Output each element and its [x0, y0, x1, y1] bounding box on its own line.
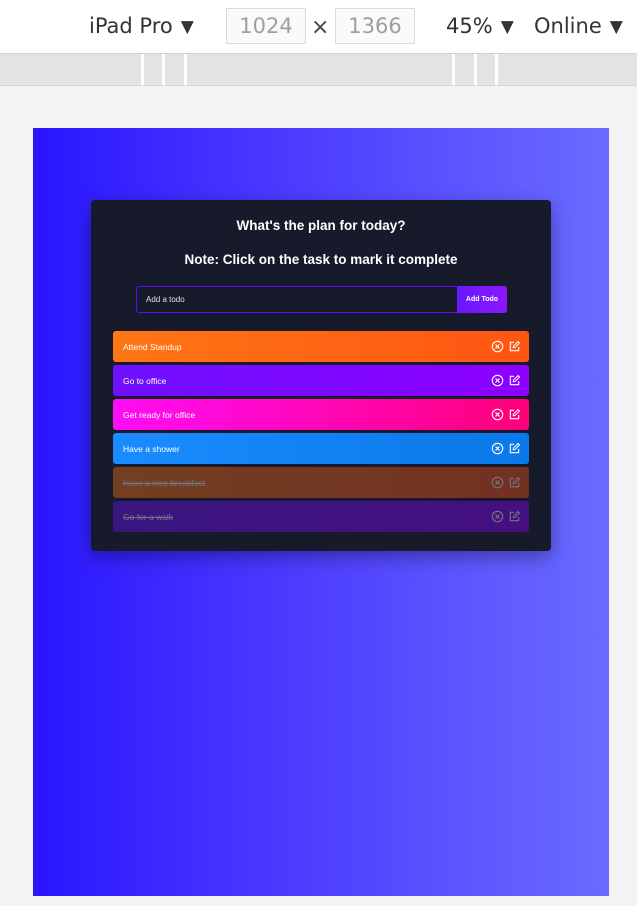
add-todo-button[interactable]: Add Todo [457, 286, 507, 313]
device-select[interactable]: iPad Pro ▼ [89, 14, 194, 38]
ruler-divider [162, 54, 165, 85]
network-value: Online [534, 14, 602, 38]
todo-item-actions [491, 374, 521, 388]
close-circle-icon[interactable] [491, 476, 504, 489]
edit-icon[interactable] [508, 510, 521, 523]
todo-item-text[interactable]: Attend Standup [113, 342, 529, 352]
todo-item-text[interactable]: Have a nice breakfast [113, 478, 529, 488]
devtools-device-toolbar: iPad Pro ▼ 1024 × 1366 45% ▼ Online ▼ [0, 0, 637, 54]
todo-item-actions [491, 476, 521, 490]
edit-icon[interactable] [508, 340, 521, 353]
todo-item[interactable]: Have a shower [113, 433, 529, 464]
zoom-value: 45% [446, 14, 493, 38]
todo-item[interactable]: Go for a walk [113, 501, 529, 532]
device-name: iPad Pro [89, 14, 173, 38]
chevron-down-icon: ▼ [180, 17, 194, 37]
todo-item-text[interactable]: Go to office [113, 376, 529, 386]
device-viewport: What's the plan for today? Note: Click o… [33, 128, 609, 896]
todo-item-text[interactable]: Have a shower [113, 444, 529, 454]
todo-form: Add Todo [136, 286, 507, 313]
ruler-divider [452, 54, 455, 85]
todo-input[interactable] [136, 286, 457, 313]
close-circle-icon[interactable] [491, 374, 504, 387]
todo-app: What's the plan for today? Note: Click o… [91, 200, 551, 551]
dimension-separator: × [311, 15, 330, 40]
todo-item-actions [491, 340, 521, 354]
close-circle-icon[interactable] [491, 340, 504, 353]
todo-item-actions [491, 408, 521, 422]
todo-item[interactable]: Go to office [113, 365, 529, 396]
todo-item[interactable]: Get ready for office [113, 399, 529, 430]
edit-icon[interactable] [508, 408, 521, 421]
page-note: Note: Click on the task to mark it compl… [184, 252, 458, 267]
todo-item[interactable]: Attend Standup [113, 331, 529, 362]
edit-icon[interactable] [508, 374, 521, 387]
zoom-select[interactable]: 45% ▼ [446, 14, 514, 38]
todo-item-actions [491, 442, 521, 456]
todo-item-text[interactable]: Get ready for office [113, 410, 529, 420]
close-circle-icon[interactable] [491, 510, 504, 523]
ruler-divider [474, 54, 477, 85]
ruler-divider [495, 54, 498, 85]
todo-item-text[interactable]: Go for a walk [113, 512, 529, 522]
todo-item[interactable]: Have a nice breakfast [113, 467, 529, 498]
todo-item-actions [491, 510, 521, 524]
page-title: What's the plan for today? [236, 218, 406, 233]
todo-list: Attend Standup Go to office Get ready for … [113, 331, 529, 535]
edit-icon[interactable] [508, 476, 521, 489]
media-query-ruler[interactable] [0, 54, 637, 86]
width-field[interactable]: 1024 [226, 8, 306, 44]
ruler-divider [184, 54, 187, 85]
close-circle-icon[interactable] [491, 442, 504, 455]
edit-icon[interactable] [508, 442, 521, 455]
height-field[interactable]: 1366 [335, 8, 415, 44]
network-throttle-select[interactable]: Online ▼ [534, 14, 623, 38]
chevron-down-icon: ▼ [500, 17, 514, 37]
ruler-divider [141, 54, 144, 85]
close-circle-icon[interactable] [491, 408, 504, 421]
chevron-down-icon: ▼ [609, 17, 623, 37]
